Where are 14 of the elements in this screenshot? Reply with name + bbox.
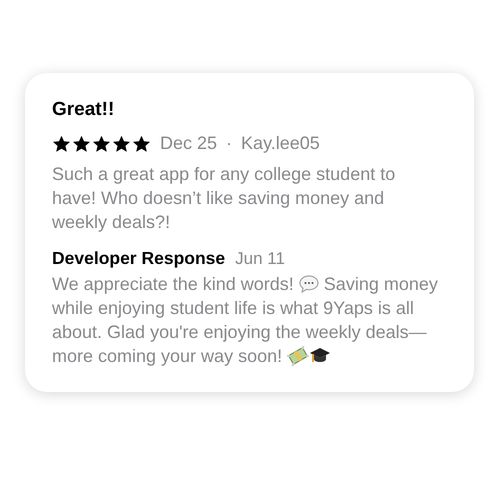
response-text: We appreciate the kind words! Saving money while enjoying student life is what 9Yaps is all about. Glad you're enjoying the weekly deals—more coming your way soon! [52, 273, 439, 368]
star-icon [112, 134, 131, 152]
author-name: Kay.lee05 [241, 133, 320, 154]
response-date: Jun 11 [235, 249, 285, 269]
review-date: Dec 25 [160, 133, 218, 154]
response-heading: Developer Response [52, 248, 226, 269]
review-title: Great!! [52, 99, 116, 121]
star-icon [52, 134, 71, 152]
star-icon [72, 134, 91, 152]
speech-bubble-icon [298, 275, 319, 293]
separator-dot: · [226, 133, 232, 154]
star-icon [92, 134, 111, 152]
review-text: Such a great app for any college student to have! Who doesn’t like saving money and weekly deals?! [52, 163, 396, 234]
star-icon [132, 134, 151, 152]
